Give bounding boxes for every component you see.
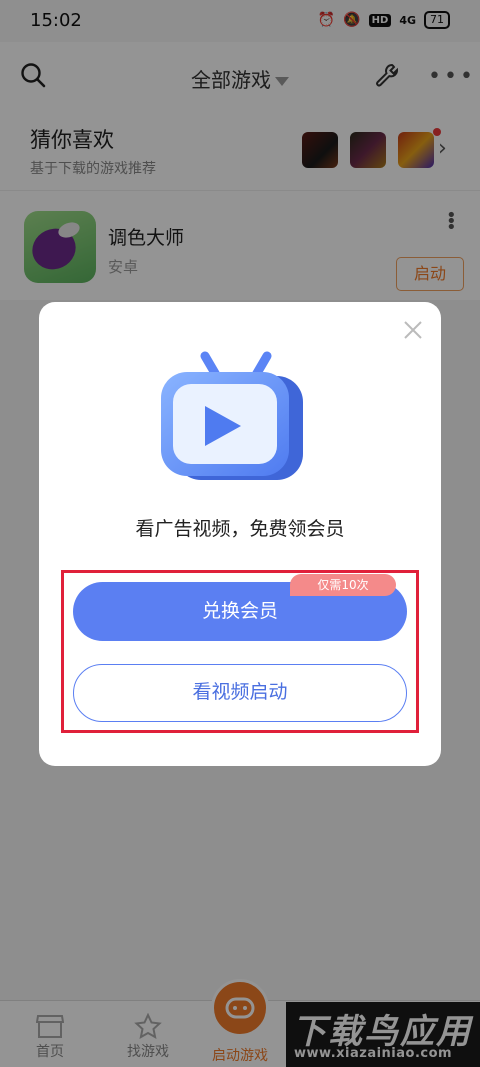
tv-play-icon [157, 346, 327, 500]
dialog-message: 看广告视频，免费领会员 [135, 518, 345, 540]
requirement-badge: 仅需10次 [290, 574, 396, 596]
watch-video-launch-button[interactable]: 看视频启动 [73, 664, 407, 722]
close-icon[interactable] [403, 320, 423, 344]
